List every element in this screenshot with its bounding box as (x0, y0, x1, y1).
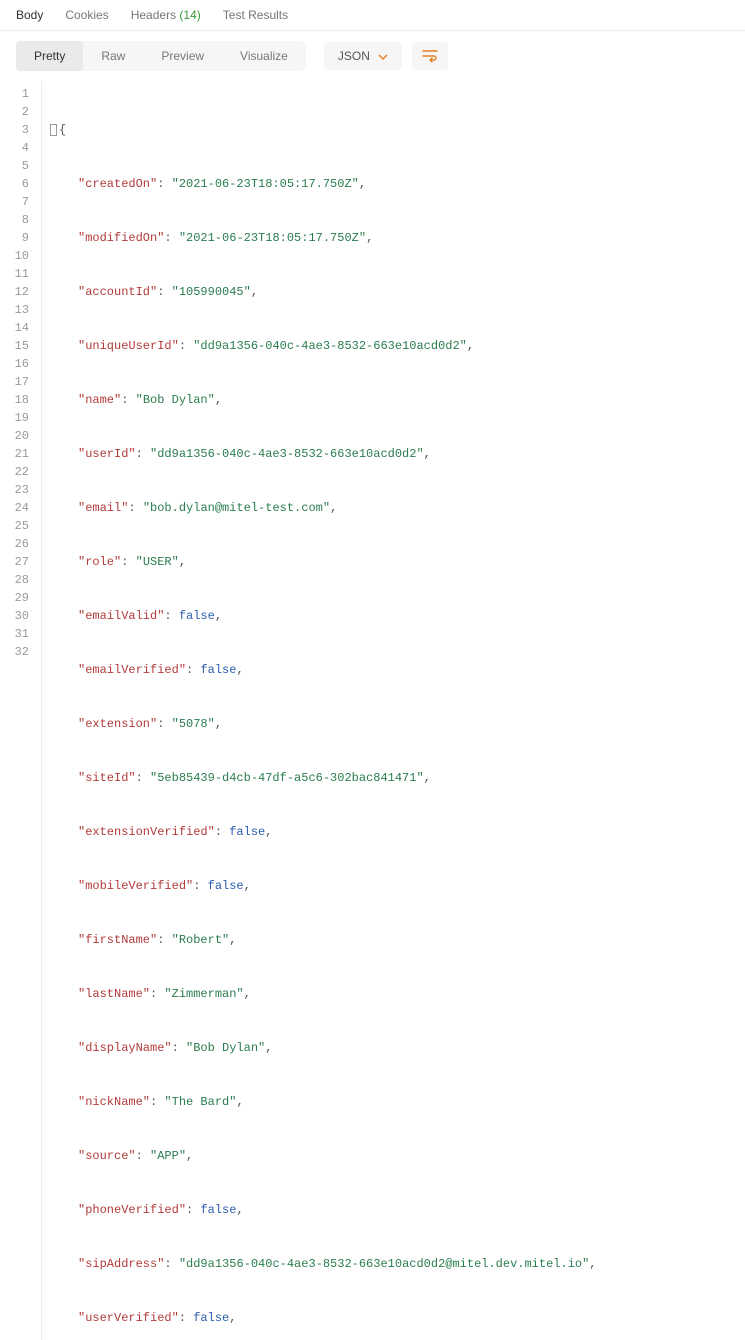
line-8: "email": "bob.dylan@mitel-test.com", (50, 499, 704, 517)
line-6: "name": "Bob Dylan", (50, 391, 704, 409)
line-10: "emailValid": false, (50, 607, 704, 625)
line-15: "mobileVerified": false, (50, 877, 704, 895)
view-pretty[interactable]: Pretty (16, 41, 83, 71)
wrap-icon (422, 49, 438, 63)
line-21: "phoneVerified": false, (50, 1201, 704, 1219)
body-toolbar: Pretty Raw Preview Visualize JSON (0, 31, 745, 81)
line-18: "displayName": "Bob Dylan", (50, 1039, 704, 1057)
view-preview[interactable]: Preview (143, 41, 222, 71)
language-label: JSON (338, 49, 370, 63)
line-13: "siteId": "5eb85439-d4cb-47df-a5c6-302ba… (50, 769, 704, 787)
line-19: "nickName": "The Bard", (50, 1093, 704, 1111)
response-body[interactable]: 1234567891011121314151617181920212223242… (0, 81, 745, 1340)
line-14: "extensionVerified": false, (50, 823, 704, 841)
chevron-down-icon (378, 49, 388, 63)
wrap-lines-button[interactable] (412, 42, 448, 70)
line-22: "sipAddress": "dd9a1356-040c-4ae3-8532-6… (50, 1255, 704, 1273)
line-gutter: 1234567891011121314151617181920212223242… (0, 81, 42, 1340)
code-content: { "createdOn": "2021-06-23T18:05:17.750Z… (42, 81, 712, 1340)
view-visualize[interactable]: Visualize (222, 41, 306, 71)
cursor-icon (50, 124, 57, 136)
line-5: "uniqueUserId": "dd9a1356-040c-4ae3-8532… (50, 337, 704, 355)
tab-headers[interactable]: Headers (14) (131, 8, 201, 22)
line-16: "firstName": "Robert", (50, 931, 704, 949)
line-4: "accountId": "105990045", (50, 283, 704, 301)
headers-count: (14) (179, 8, 200, 22)
line-11: "emailVerified": false, (50, 661, 704, 679)
tab-body[interactable]: Body (16, 8, 43, 22)
line-1: { (50, 121, 704, 139)
line-7: "userId": "dd9a1356-040c-4ae3-8532-663e1… (50, 445, 704, 463)
language-dropdown[interactable]: JSON (324, 42, 402, 70)
line-2: "createdOn": "2021-06-23T18:05:17.750Z", (50, 175, 704, 193)
line-17: "lastName": "Zimmerman", (50, 985, 704, 1003)
line-23: "userVerified": false, (50, 1309, 704, 1327)
tab-cookies[interactable]: Cookies (65, 8, 108, 22)
view-mode-group: Pretty Raw Preview Visualize (16, 41, 306, 71)
tab-test-results[interactable]: Test Results (223, 8, 288, 22)
view-raw[interactable]: Raw (83, 41, 143, 71)
line-12: "extension": "5078", (50, 715, 704, 733)
response-tabs: Body Cookies Headers (14) Test Results (0, 0, 745, 31)
line-3: "modifiedOn": "2021-06-23T18:05:17.750Z"… (50, 229, 704, 247)
line-9: "role": "USER", (50, 553, 704, 571)
line-20: "source": "APP", (50, 1147, 704, 1165)
